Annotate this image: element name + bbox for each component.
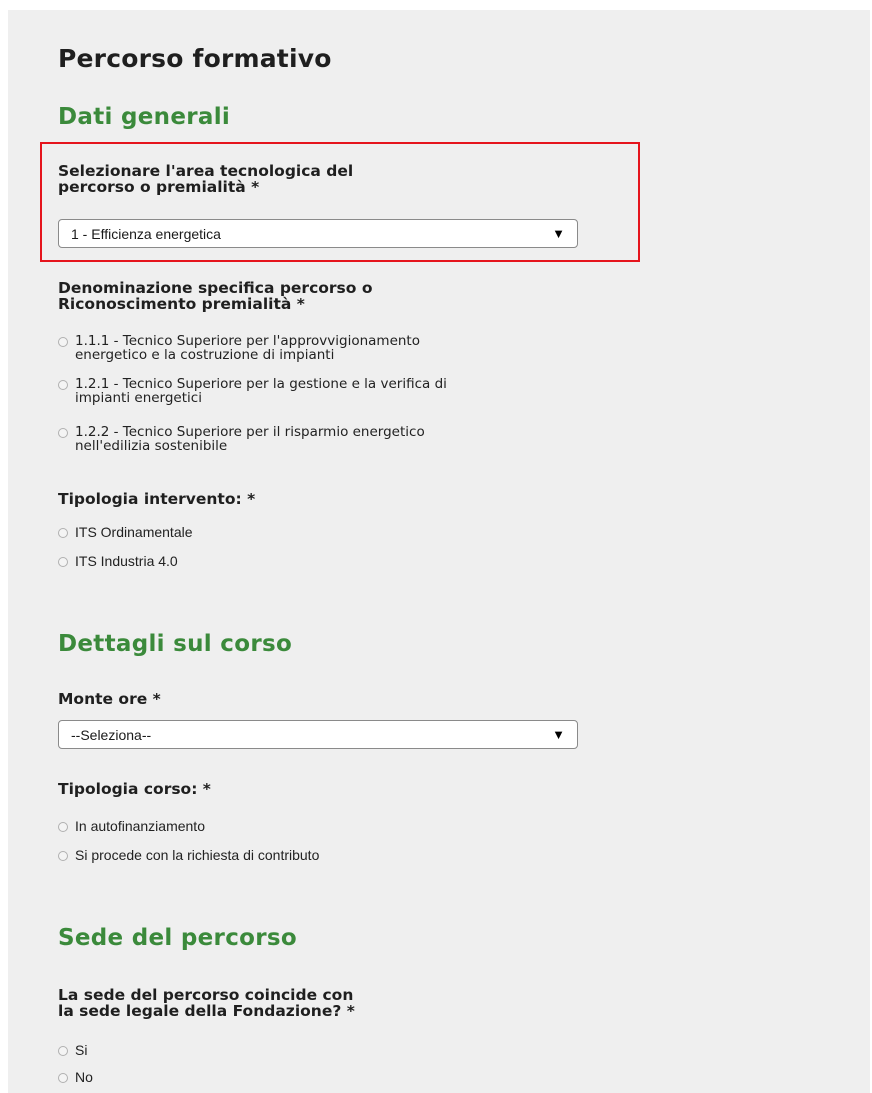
radio-button[interactable] <box>58 337 68 347</box>
area-tecnologica-select-value: 1 - Efficienza energetica <box>71 225 221 242</box>
section-title-dati-generali: Dati generali <box>58 104 231 130</box>
tipologia-corso-option-contributo[interactable]: Si procede con la richiesta di contribut… <box>58 848 319 863</box>
section-title-sede-percorso: Sede del percorso <box>58 925 297 951</box>
left-page-margin <box>0 0 8 1093</box>
monte-ore-select-value: --Seleziona-- <box>71 726 152 743</box>
radio-button[interactable] <box>58 527 68 538</box>
page-title: Percorso formativo <box>58 44 332 73</box>
sede-coincide-label: La sede del percorso coincide con la sed… <box>58 986 355 1020</box>
radio-button[interactable] <box>58 428 68 438</box>
tipologia-intervento-label: Tipologia intervento: * <box>58 490 256 508</box>
area-tecnologica-label: Selezionare l'area tecnologica del perco… <box>58 162 354 196</box>
tipologia-corso-label: Tipologia corso: * <box>58 780 211 798</box>
radio-button[interactable] <box>58 850 68 861</box>
sede-option-si[interactable]: Si <box>58 1043 87 1058</box>
area-tecnologica-select[interactable]: 1 - Efficienza energetica ▼ <box>58 219 578 248</box>
radio-button[interactable] <box>58 821 68 832</box>
tipologia-intervento-option-industria[interactable]: ITS Industria 4.0 <box>58 554 178 569</box>
denominazione-option-1-2-2[interactable]: 1.2.2 - Tecnico Superiore per il risparm… <box>58 425 425 453</box>
denominazione-option-1-2-1[interactable]: 1.2.1 - Tecnico Superiore per la gestion… <box>58 377 447 405</box>
radio-button[interactable] <box>58 1072 68 1083</box>
sede-option-no[interactable]: No <box>58 1070 93 1085</box>
radio-button[interactable] <box>58 1045 68 1056</box>
triangle-down-icon: ▼ <box>552 226 565 241</box>
monte-ore-label: Monte ore * <box>58 690 161 708</box>
denominazione-option-1-1-1[interactable]: 1.1.1 - Tecnico Superiore per l'approvvi… <box>58 334 420 362</box>
section-title-dettagli-corso: Dettagli sul corso <box>58 631 293 657</box>
tipologia-corso-option-autofinanziamento[interactable]: In autofinanziamento <box>58 819 205 834</box>
radio-button[interactable] <box>58 556 68 567</box>
triangle-down-icon: ▼ <box>552 727 565 742</box>
radio-button[interactable] <box>58 380 68 390</box>
monte-ore-select[interactable]: --Seleziona-- ▼ <box>58 720 578 749</box>
tipologia-intervento-option-ordinamentale[interactable]: ITS Ordinamentale <box>58 525 193 540</box>
denominazione-label: Denominazione specifica percorso o Ricon… <box>58 279 373 313</box>
